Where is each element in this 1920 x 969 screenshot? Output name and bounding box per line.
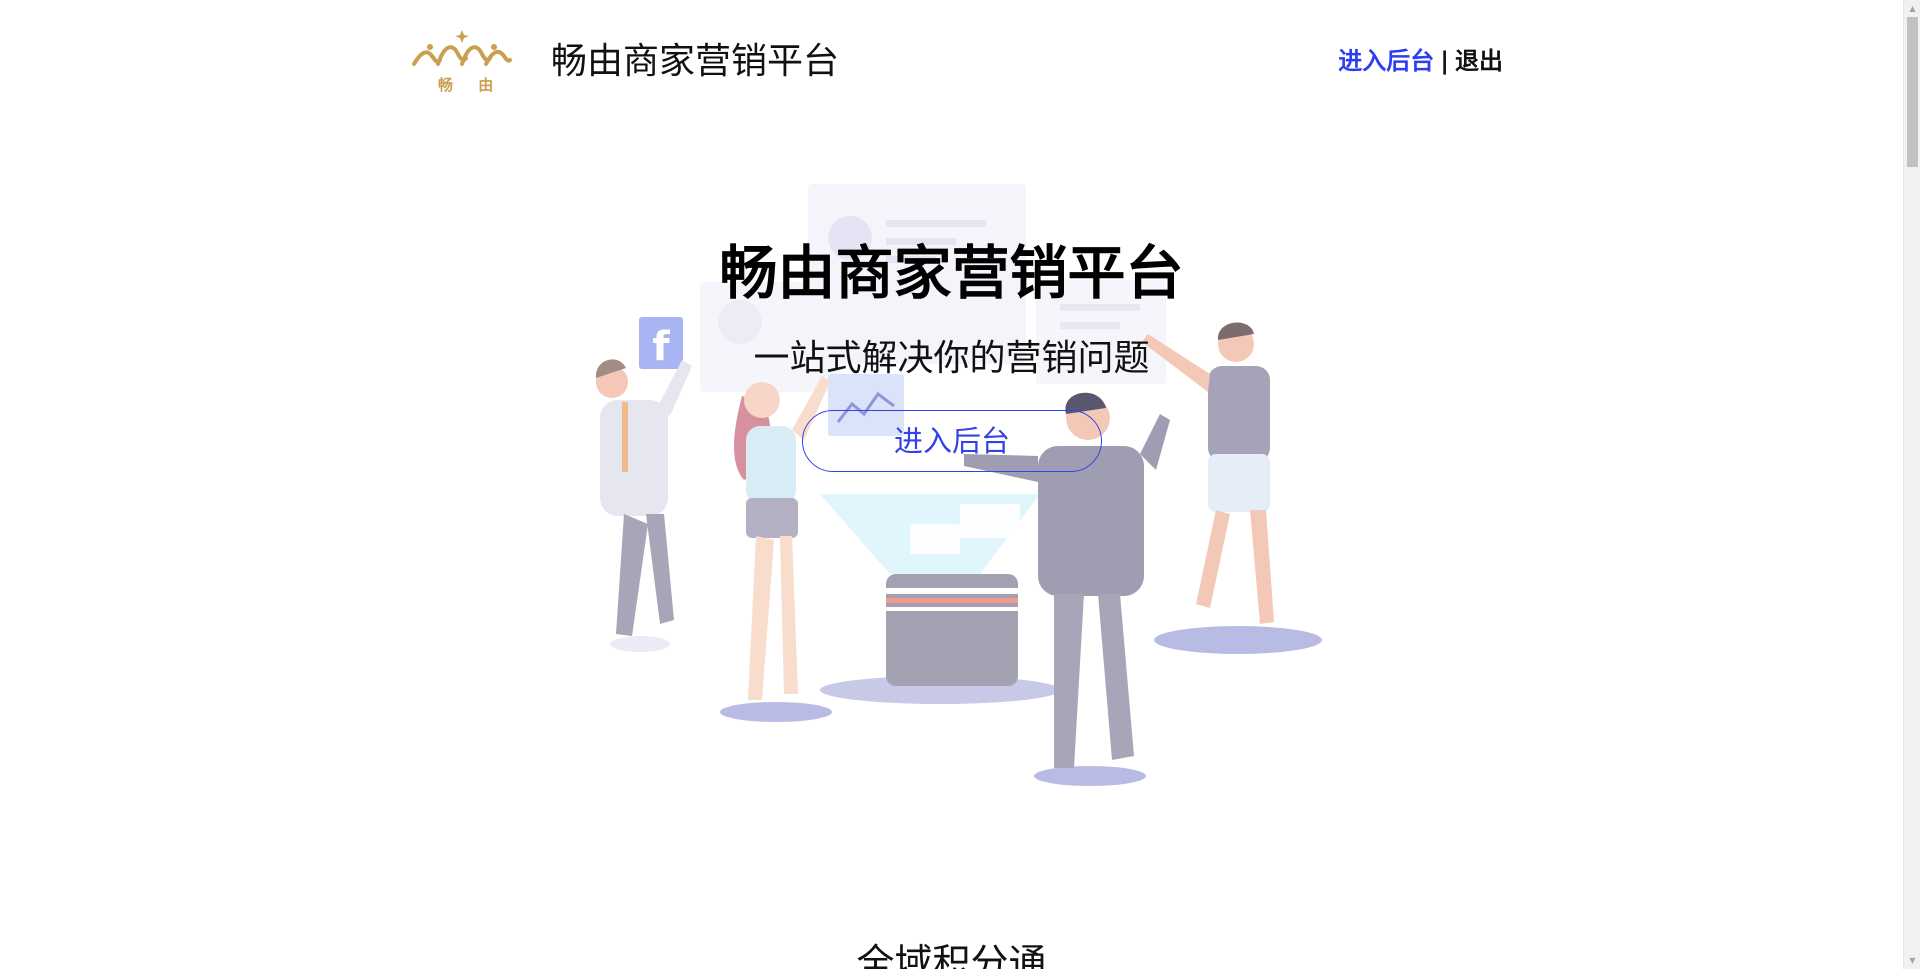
hero-title: 畅由商家营销平台: [719, 239, 1184, 307]
section-heading: 全域积分通: [856, 941, 1047, 969]
enter-admin-link[interactable]: 进入后台: [1338, 47, 1434, 75]
vertical-scrollbar[interactable]: ▲ ▼: [1903, 0, 1920, 969]
scrollbar-thumb[interactable]: [1907, 17, 1918, 167]
logout-link[interactable]: 退出: [1455, 47, 1503, 75]
site-title: 畅由商家营销平台: [551, 41, 840, 82]
enter-admin-button[interactable]: 进入后台: [802, 410, 1102, 472]
header-nav: 进入后台 | 退出: [1338, 46, 1503, 76]
hero-section: f 畅由商家营销平台 一站式解决你的营销问题 进入后台: [0, 150, 1903, 790]
header: 畅 由 畅由商家营销平台 进入后台 | 退出: [0, 0, 1903, 130]
scroll-up-arrow-icon[interactable]: ▲: [1904, 0, 1920, 17]
nav-separator: |: [1440, 47, 1449, 75]
logo-text: 畅 由: [438, 76, 504, 94]
scroll-down-arrow-icon[interactable]: ▼: [1904, 952, 1920, 969]
page: 畅 由 畅由商家营销平台 进入后台 | 退出 f 畅由商家营销平台 一站式解决你…: [0, 0, 1903, 969]
hero-subtitle: 一站式解决你的营销问题: [753, 338, 1150, 379]
